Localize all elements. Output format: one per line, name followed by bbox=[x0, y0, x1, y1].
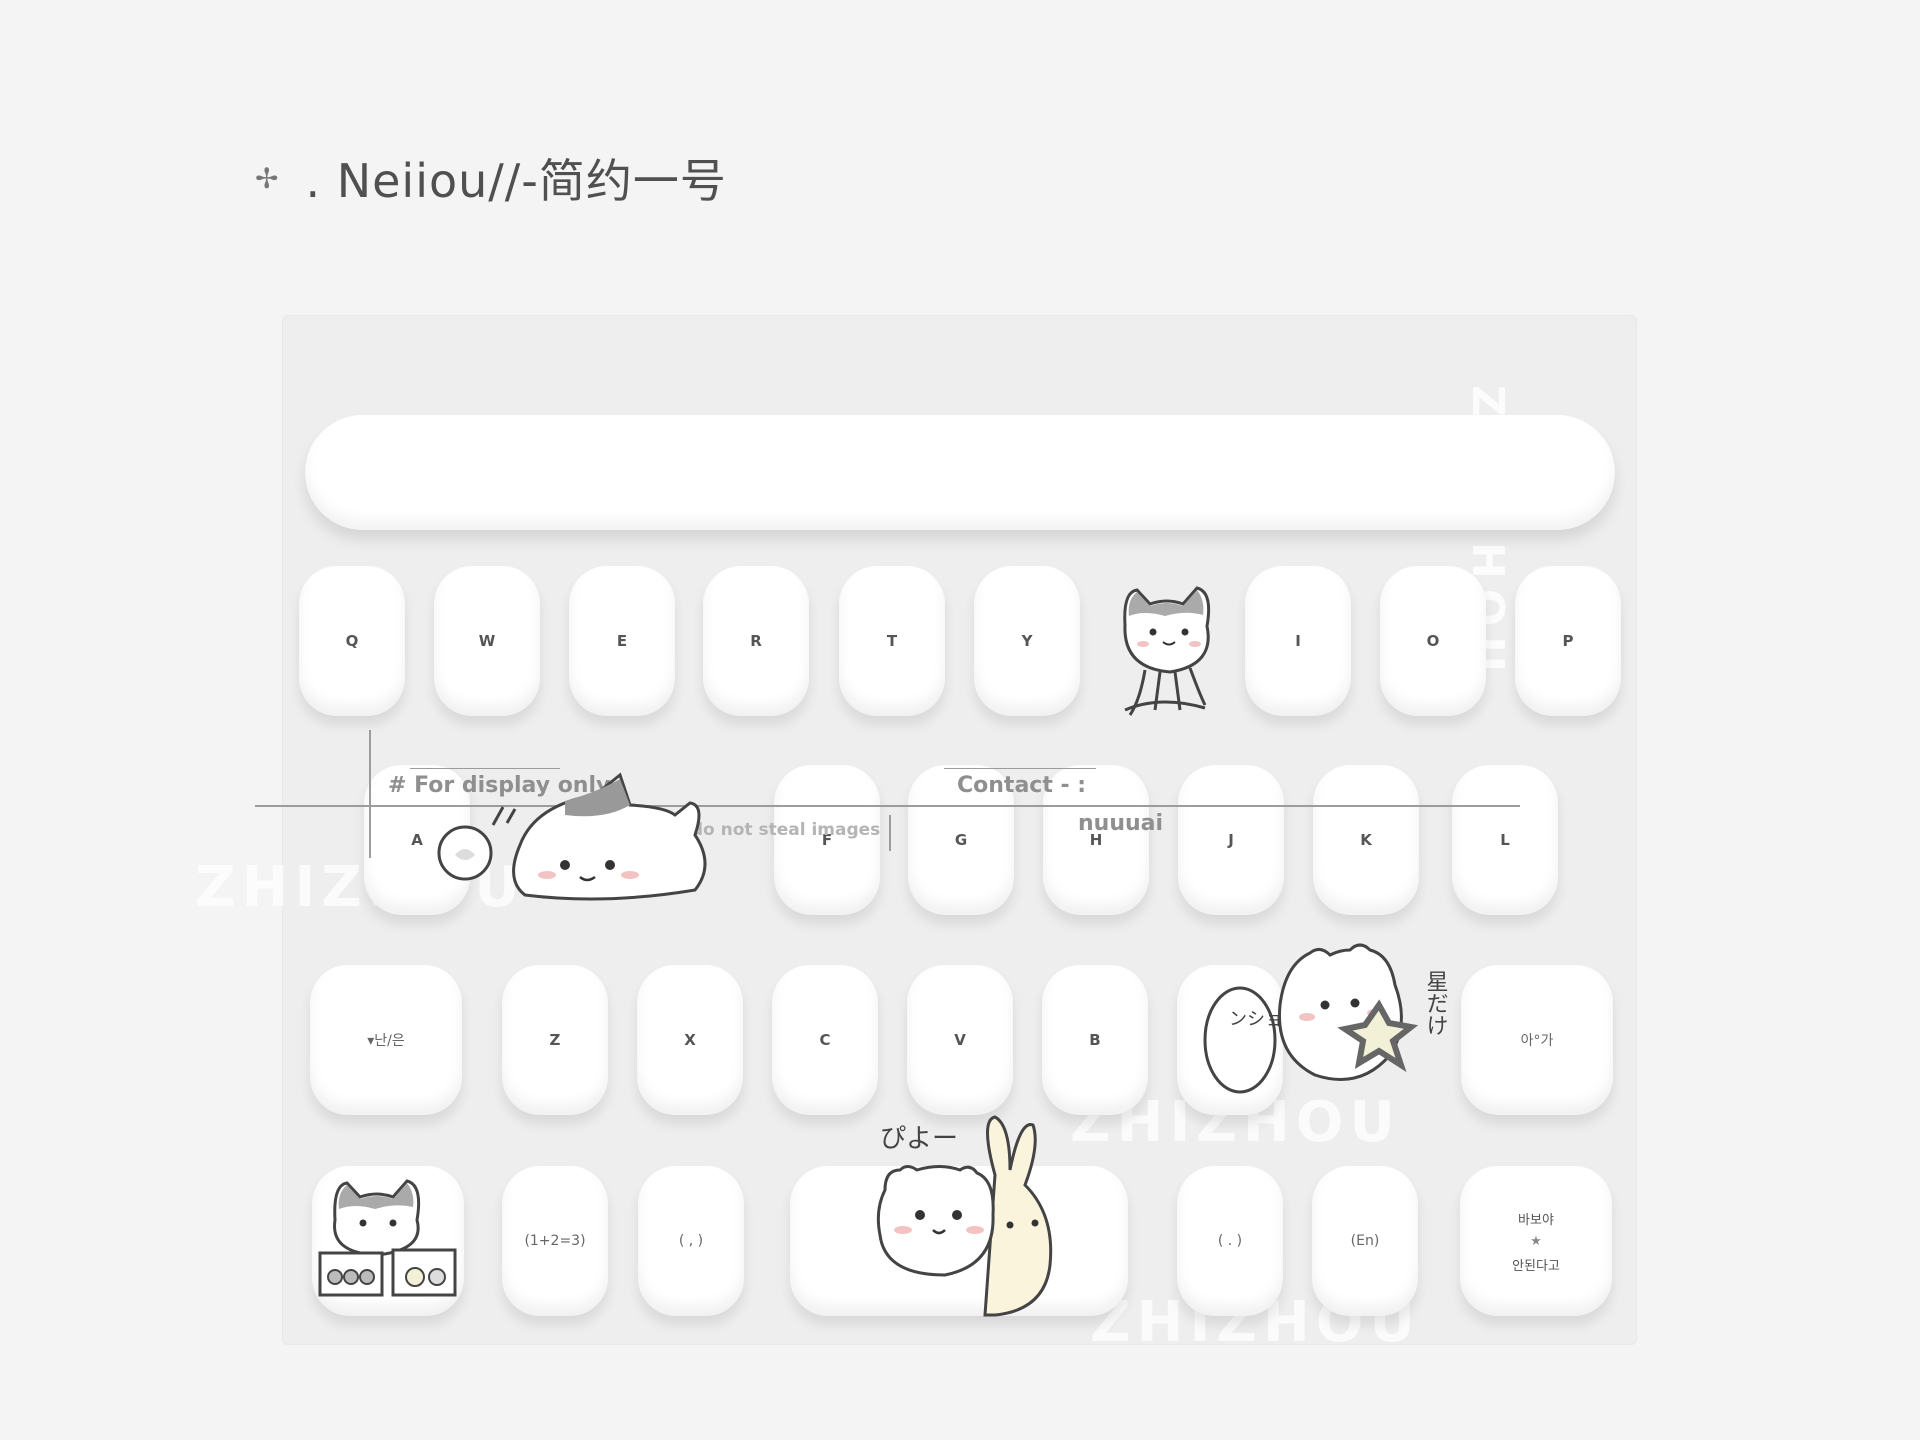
page-title: ✢ . Neiiou//-简约一号 bbox=[255, 145, 727, 211]
key-comma[interactable]: ( , ) bbox=[638, 1166, 744, 1316]
piyo-text: ぴよー bbox=[880, 1124, 958, 1154]
cat-drawing-sticker-icon bbox=[318, 1179, 457, 1297]
lying-cat-sticker-icon bbox=[437, 772, 707, 901]
sparkle-icon: ✢ bbox=[255, 161, 280, 195]
key-language[interactable]: (En) bbox=[1312, 1166, 1418, 1316]
key-f[interactable]: F bbox=[774, 765, 880, 915]
star-hand-text: 星だけ bbox=[1423, 970, 1448, 1036]
key-o[interactable]: O bbox=[1380, 566, 1486, 716]
key-period[interactable]: ( . ) bbox=[1177, 1166, 1283, 1316]
overlay-underline-right bbox=[944, 768, 1096, 769]
chiikawa-usagi-sticker-icon: ぴよー bbox=[876, 1115, 1053, 1317]
key-c[interactable]: C bbox=[772, 965, 878, 1115]
star-icon: ★ bbox=[1530, 1233, 1542, 1249]
key-q[interactable]: Q bbox=[299, 566, 405, 716]
key-topic-marker[interactable]: ▾난/은 bbox=[310, 965, 462, 1115]
chiikawa-star-sticker-icon: ンショ!! 星だけ bbox=[1203, 943, 1448, 1094]
key-t[interactable]: T bbox=[839, 566, 945, 716]
page-title-text: . Neiiou//-简约一号 bbox=[305, 154, 727, 208]
key-number[interactable]: (1+2=3) bbox=[502, 1166, 608, 1316]
key-v[interactable]: V bbox=[907, 965, 1013, 1115]
key-y[interactable]: Y bbox=[974, 566, 1080, 716]
contact-value: nuuuai bbox=[1078, 811, 1164, 836]
key-r[interactable]: R bbox=[703, 566, 809, 716]
key-enter[interactable]: 바보야 ★ 안된다고 bbox=[1460, 1166, 1612, 1316]
key-w[interactable]: W bbox=[434, 566, 540, 716]
key-p[interactable]: P bbox=[1515, 566, 1621, 716]
key-b[interactable]: B bbox=[1042, 965, 1148, 1115]
overlay-vertical-line-left bbox=[369, 730, 371, 858]
contact-label: Contact - : bbox=[957, 773, 1087, 798]
key-j[interactable]: J bbox=[1178, 765, 1284, 915]
key-l[interactable]: L bbox=[1452, 765, 1558, 915]
key-subject-marker[interactable]: 아°가 bbox=[1461, 965, 1613, 1115]
cat-sticker-top-icon bbox=[1123, 586, 1211, 716]
key-z[interactable]: Z bbox=[502, 965, 608, 1115]
key-k[interactable]: K bbox=[1313, 765, 1419, 915]
key-i[interactable]: I bbox=[1245, 566, 1351, 716]
overlay-vertical-line-mid bbox=[889, 815, 891, 851]
candidate-bar[interactable] bbox=[305, 415, 1615, 530]
key-x[interactable]: X bbox=[637, 965, 743, 1115]
key-e[interactable]: E bbox=[569, 566, 675, 716]
